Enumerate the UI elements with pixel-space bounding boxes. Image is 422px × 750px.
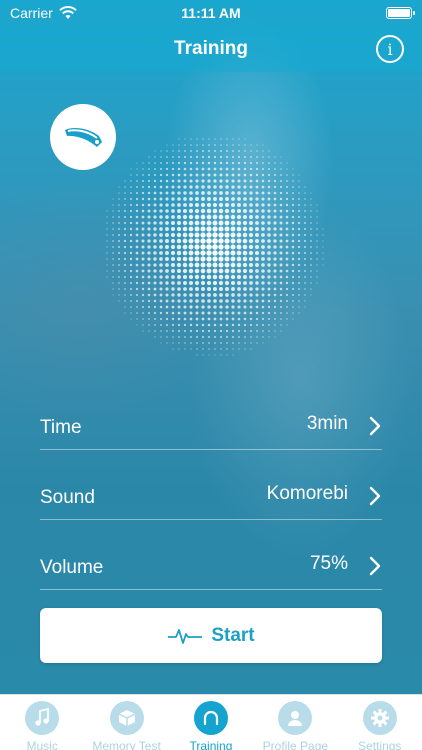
start-button[interactable]: Start	[40, 608, 382, 663]
tab-profile-page[interactable]: Profile Page	[253, 701, 337, 750]
gear-icon	[362, 701, 397, 735]
device-badge[interactable]	[50, 104, 116, 170]
tab-bar: Music Memory Test Training Profile Page …	[0, 694, 422, 750]
tab-label: Profile Page	[262, 739, 329, 750]
settings-list: Time 3min Sound Komorebi Volume 75%	[40, 380, 382, 590]
tab-label: Memory Test	[92, 739, 161, 750]
cube-icon	[109, 701, 144, 735]
nav-bar: Training i	[0, 26, 422, 72]
tab-training[interactable]: Training	[169, 701, 253, 750]
user-icon	[278, 701, 313, 735]
settings-row-volume[interactable]: Volume 75%	[40, 520, 382, 590]
chevron-right-icon	[369, 556, 381, 576]
chevron-right-icon	[369, 416, 381, 436]
row-value: 3min	[306, 413, 348, 434]
info-icon: i	[387, 39, 393, 59]
page-title: Training	[174, 38, 248, 59]
settings-row-sound[interactable]: Sound Komorebi	[40, 450, 382, 520]
status-time: 11:11 AM	[181, 5, 241, 21]
tab-settings[interactable]: Settings	[338, 701, 422, 750]
music-note-icon	[25, 701, 60, 735]
chevron-right-icon	[369, 486, 381, 506]
tab-label: Music	[26, 739, 58, 750]
headband-icon	[193, 701, 228, 735]
tab-music[interactable]: Music	[0, 701, 84, 750]
tab-memory-test[interactable]: Memory Test	[85, 701, 169, 750]
row-value: 75%	[309, 553, 348, 574]
start-label: Start	[211, 624, 255, 646]
row-label: Volume	[40, 557, 104, 578]
settings-row-time[interactable]: Time 3min	[40, 380, 382, 450]
info-button[interactable]: i	[376, 35, 404, 63]
heartbeat-icon	[168, 628, 203, 644]
headband-icon	[65, 128, 102, 147]
row-label: Sound	[40, 487, 95, 508]
training-screen: Carrier 11:11 AM Training i Time 3min So…	[0, 0, 422, 750]
tab-label: Training	[189, 739, 233, 750]
status-bar: Carrier 11:11 AM	[0, 0, 422, 26]
battery-icon	[386, 7, 415, 19]
sphere-visual	[106, 138, 324, 356]
row-value: Komorebi	[266, 483, 348, 504]
row-label: Time	[40, 417, 82, 438]
tab-label: Settings	[358, 739, 402, 750]
